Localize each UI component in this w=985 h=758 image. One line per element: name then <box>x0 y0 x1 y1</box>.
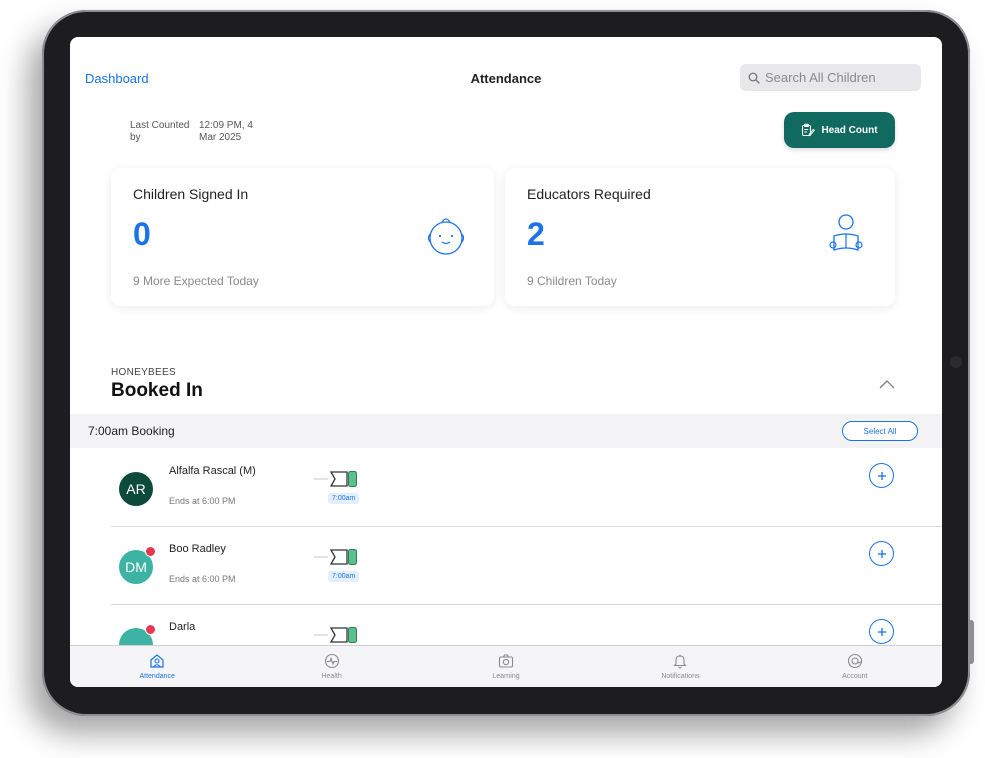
child-row[interactable]: DM Boo Radley Ends at 6:00 PM 7:00am <box>111 527 942 605</box>
app-screen: Dashboard Attendance Last Counted by 12:… <box>70 37 942 687</box>
educators-required-card: Educators Required 2 9 Children Today <box>505 168 895 306</box>
avatar: AR <box>119 472 153 506</box>
card-subtitle: 9 Children Today <box>527 274 617 288</box>
booking-timeline-icon <box>314 471 357 487</box>
plus-icon <box>877 471 886 480</box>
last-counted-label: Last Counted by <box>130 120 190 143</box>
clipboard-edit-icon <box>802 123 816 137</box>
booking-time-pill: 7:00am <box>328 493 360 504</box>
chevron-up-icon[interactable] <box>878 377 896 391</box>
attendance-icon <box>150 654 164 668</box>
educators-required-count: 2 <box>527 216 545 252</box>
camera-icon <box>498 654 514 668</box>
last-counted-value: 12:09 PM, 4 Mar 2025 <box>199 120 253 143</box>
bell-icon <box>673 654 688 669</box>
account-icon <box>847 653 862 669</box>
booking-group-header: 7:00am Booking Select All <box>70 414 942 448</box>
child-name: Alfalfa Rascal (M) <box>169 465 256 477</box>
health-icon <box>324 653 339 669</box>
select-all-button[interactable]: Select All <box>842 421 918 441</box>
section-title: Booked In <box>111 380 203 401</box>
navigation-bar: Dashboard Attendance <box>70 37 942 117</box>
medical-alert-badge <box>145 546 156 557</box>
card-title: Children Signed In <box>133 186 249 202</box>
card-subtitle: 9 More Expected Today <box>133 274 259 288</box>
booking-end-time: Ends at 6:00 PM <box>169 496 236 506</box>
child-row[interactable]: AR Alfalfa Rascal (M) Ends at 6:00 PM 7:… <box>111 449 942 527</box>
tab-label: Notifications <box>661 673 700 680</box>
search-input[interactable] <box>765 70 915 85</box>
booking-label: 7:00am Booking <box>88 424 175 438</box>
front-camera <box>950 356 962 368</box>
booking-timeline-icon <box>314 627 357 643</box>
tab-health[interactable]: Health <box>244 646 418 687</box>
sign-in-button[interactable] <box>869 463 894 488</box>
tab-bar: Attendance Health Learning Notifications… <box>70 645 942 687</box>
room-label: HONEYBEES <box>111 367 176 378</box>
tab-notifications[interactable]: Notifications <box>593 646 767 687</box>
baby-face-icon <box>427 218 465 255</box>
sign-in-button[interactable] <box>869 541 894 566</box>
children-signed-in-count: 0 <box>133 216 151 252</box>
tab-account[interactable]: Account <box>768 646 942 687</box>
child-name: Darla <box>169 621 196 633</box>
tab-attendance[interactable]: Attendance <box>70 646 244 687</box>
search-icon <box>748 72 760 84</box>
search-bar[interactable] <box>740 64 921 91</box>
booking-end-time: Ends at 6:00 PM <box>169 574 236 584</box>
volume-button <box>968 620 974 664</box>
educator-reading-icon <box>829 214 863 251</box>
child-name: Boo Radley <box>169 543 226 555</box>
medical-alert-badge <box>145 624 156 635</box>
tab-learning[interactable]: Learning <box>419 646 593 687</box>
card-title: Educators Required <box>527 186 651 202</box>
head-count-button[interactable]: Head Count <box>784 112 895 148</box>
tab-label: Account <box>842 673 868 680</box>
sign-in-button[interactable] <box>869 619 894 644</box>
plus-icon <box>877 627 886 636</box>
children-signed-in-card: Children Signed In 0 9 More Expected Tod… <box>111 168 494 306</box>
booking-time-pill: 7:00am <box>328 571 360 582</box>
plus-icon <box>877 549 886 558</box>
head-count-label: Head Count <box>821 124 878 136</box>
tab-label: Attendance <box>139 673 175 680</box>
dashboard-back-link[interactable]: Dashboard <box>85 71 149 86</box>
tab-label: Learning <box>492 673 520 680</box>
tab-label: Health <box>321 673 342 680</box>
booking-timeline-icon <box>314 549 357 565</box>
